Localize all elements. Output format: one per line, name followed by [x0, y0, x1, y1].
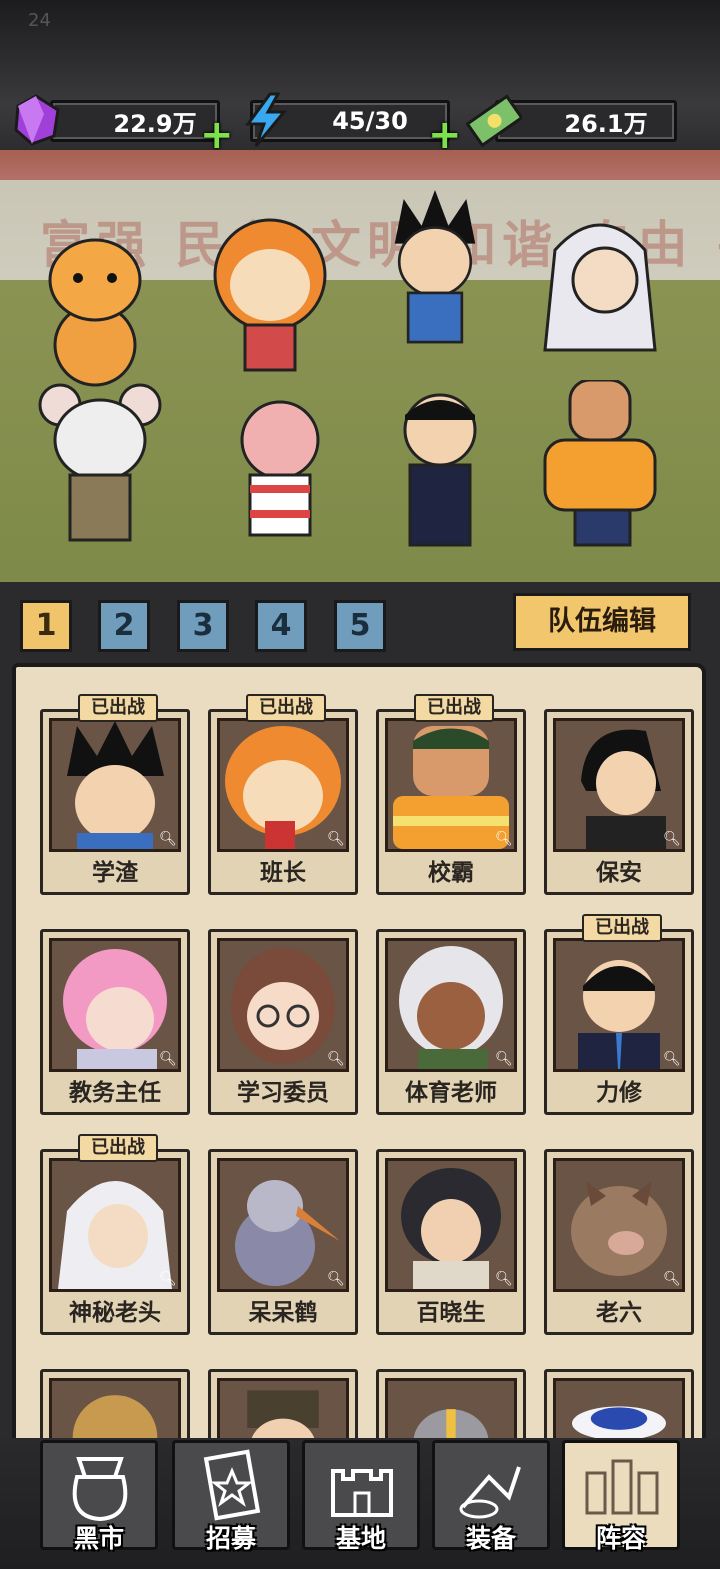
hero-name: 呆呆鹤 — [248, 1300, 318, 1326]
hero-card-laoliu[interactable]: 🔍︎ 老六 — [544, 1149, 694, 1335]
hero-card-baixiaosheng[interactable]: 🔍︎ 百晓生 — [376, 1149, 526, 1335]
add-energy-button[interactable]: + — [428, 115, 462, 155]
energy-value: 45/30 — [332, 107, 408, 135]
hero-card-xuexiweiyuan[interactable]: 🔍︎ 学习委员 — [208, 929, 358, 1115]
add-gems-button[interactable]: + — [200, 115, 234, 155]
gem-counter[interactable]: 22.9万 — [50, 100, 220, 142]
team-tab-4[interactable]: 4 — [255, 600, 307, 652]
team-tab-5[interactable]: 5 — [334, 600, 386, 652]
bully-character[interactable] — [530, 380, 660, 550]
banknote-icon — [466, 94, 522, 148]
money-bag-icon — [72, 1457, 128, 1522]
magnifier-icon[interactable]: 🔍︎ — [663, 1050, 681, 1068]
status-time: 24 — [28, 10, 51, 31]
hero-name: 百晓生 — [416, 1300, 486, 1326]
hero-name: 教务主任 — [69, 1080, 161, 1106]
cash-value: 26.1万 — [564, 109, 648, 138]
magnifier-icon[interactable]: 🔍︎ — [327, 1050, 345, 1068]
cat-character[interactable] — [30, 220, 160, 390]
deployed-badge: 已出战 — [414, 694, 494, 722]
nav-label: 装备 — [465, 1524, 516, 1553]
magnifier-icon[interactable]: 🔍︎ — [327, 1270, 345, 1288]
hero-name: 保安 — [596, 860, 642, 886]
mouse-soldier-character[interactable] — [35, 380, 165, 550]
hero-card-tiyulaoshi[interactable]: 🔍︎ 体育老师 — [376, 929, 526, 1115]
hero-card-xiaoba[interactable]: 🔍︎ 校霸 已出战 — [376, 694, 526, 895]
gem-value: 22.9万 — [113, 109, 197, 138]
hero-name: 力修 — [596, 1080, 642, 1106]
hero-card-jiaowuzhuren[interactable]: 🔍︎ 教务主任 — [40, 929, 190, 1115]
team-tab-3[interactable]: 3 — [177, 600, 229, 652]
nav-black-market[interactable]: 黑市 — [40, 1440, 158, 1553]
nav-label: 黑市 — [73, 1524, 124, 1553]
card-icon — [203, 1449, 261, 1521]
deployed-badge: 已出战 — [246, 694, 326, 722]
hero-name: 学习委员 — [237, 1080, 329, 1106]
deployed-badge: 已出战 — [582, 914, 662, 942]
nav-label: 招募 — [205, 1524, 256, 1553]
nav-base[interactable]: 基地 — [302, 1440, 420, 1553]
nav-lineup[interactable]: 阵容 — [562, 1440, 680, 1553]
lightning-icon — [245, 92, 288, 147]
hero-name: 体育老师 — [405, 1080, 497, 1106]
deployed-badge: 已出战 — [78, 694, 158, 722]
deployed-badge: 已出战 — [78, 1134, 158, 1162]
nav-label: 阵容 — [595, 1524, 646, 1553]
hero-card-lixiu[interactable]: 🔍︎ 力修 已出战 — [544, 914, 694, 1115]
hero-card-shenmilaotou[interactable]: 🔍︎ 神秘老头 已出战 — [40, 1134, 190, 1335]
suit-man-character[interactable] — [375, 385, 505, 555]
cash-counter[interactable]: 26.1万 — [495, 100, 677, 142]
magnifier-icon[interactable]: 🔍︎ — [159, 830, 177, 848]
hero-card-banzhang[interactable]: 🔍︎ 班长 已出战 — [208, 694, 358, 895]
nav-label: 基地 — [335, 1524, 386, 1553]
hero-name: 班长 — [260, 860, 306, 886]
hero-card-xuezha[interactable]: 🔍︎ 学渣 已出战 — [40, 694, 190, 895]
magnifier-icon[interactable]: 🔍︎ — [663, 830, 681, 848]
hero-name: 神秘老头 — [69, 1300, 161, 1326]
roster-panel: 🔍︎ 学渣 已出战 🔍︎ 班长 已出战 🔍︎ 校霸 已出战 🔍︎ 保安 🔍︎ 教… — [12, 663, 706, 1483]
magnifier-icon[interactable]: 🔍︎ — [663, 1270, 681, 1288]
hero-name: 学渣 — [92, 860, 138, 886]
hero-name: 校霸 — [428, 860, 474, 886]
magnifier-icon[interactable]: 🔍︎ — [495, 1270, 513, 1288]
magnifier-icon[interactable]: 🔍︎ — [159, 1050, 177, 1068]
edit-team-button[interactable]: 队伍编辑 — [513, 593, 691, 651]
student-character[interactable] — [370, 190, 500, 360]
old-man-character[interactable] — [535, 210, 665, 380]
magnifier-icon[interactable]: 🔍︎ — [495, 830, 513, 848]
lineup-icon — [585, 1459, 659, 1515]
hamster-girl-character[interactable] — [205, 210, 335, 380]
hero-name: 老六 — [596, 1300, 642, 1326]
equipment-icon — [459, 1466, 521, 1519]
team-tab-2[interactable]: 2 — [98, 600, 150, 652]
hero-card-baoan[interactable]: 🔍︎ 保安 — [544, 709, 694, 895]
nav-equipment[interactable]: 装备 — [432, 1440, 550, 1553]
magnifier-icon[interactable]: 🔍︎ — [159, 1270, 177, 1288]
team-lineup-scene: 富强 民主 文明 和谐 自由 平等 — [0, 150, 720, 582]
nav-recruit[interactable]: 招募 — [172, 1440, 290, 1553]
hero-card-daidaihe[interactable]: 🔍︎ 呆呆鹤 — [208, 1149, 358, 1335]
rabbit-character[interactable] — [215, 385, 345, 555]
magnifier-icon[interactable]: 🔍︎ — [327, 830, 345, 848]
purple-gem-icon — [14, 94, 60, 146]
team-tab-1[interactable]: 1 — [20, 600, 72, 652]
magnifier-icon[interactable]: 🔍︎ — [495, 1050, 513, 1068]
castle-icon — [331, 1469, 393, 1517]
